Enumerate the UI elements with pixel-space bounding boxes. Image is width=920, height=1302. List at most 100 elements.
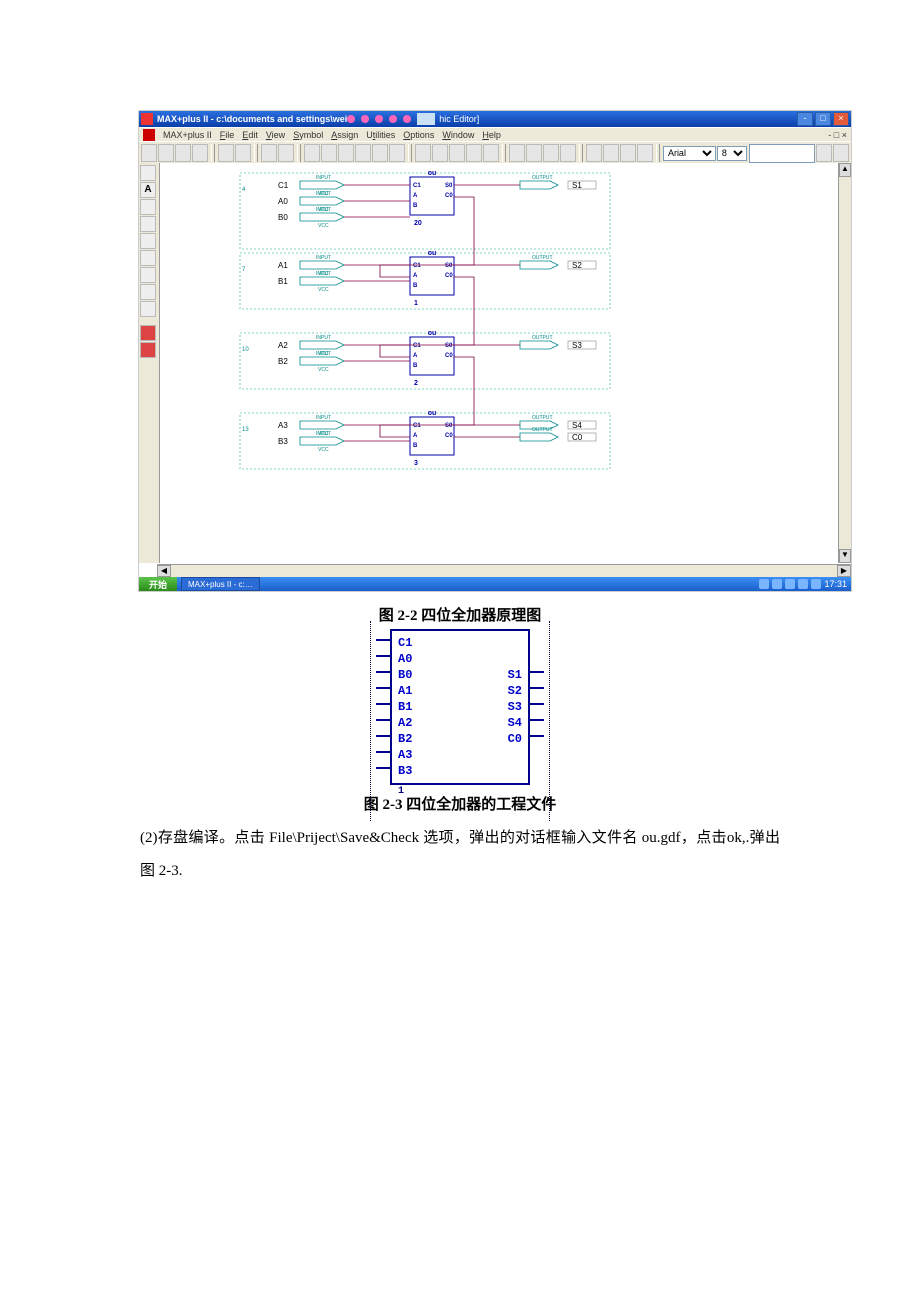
menu-app[interactable]: MAX+plus II — [163, 130, 212, 140]
toolbar-input[interactable] — [749, 144, 815, 163]
toolbar-button[interactable] — [816, 144, 832, 162]
toolbar-button[interactable] — [355, 144, 371, 162]
toolbar-button[interactable] — [466, 144, 482, 162]
tool-zoomin-icon[interactable] — [140, 267, 156, 283]
tool-color1-icon[interactable] — [140, 325, 156, 341]
toolbar-button[interactable] — [526, 144, 542, 162]
pin-lead — [376, 767, 390, 769]
toolbar-button[interactable] — [620, 144, 636, 162]
schematic-canvas[interactable]: ouC1ABS0C020C1INPUTVCCA0INPUTVCCB0INPUTV… — [160, 163, 838, 563]
toolbar-button[interactable] — [218, 144, 234, 162]
pin-lead-right — [530, 719, 544, 721]
svg-text:A3: A3 — [278, 421, 288, 430]
pin-left: B1 — [398, 699, 412, 715]
figure-2-2-caption: 图 2-2 四位全加器原理图 — [140, 604, 780, 625]
toolbar-button[interactable] — [338, 144, 354, 162]
svg-text:C0: C0 — [445, 353, 453, 359]
minimize-button[interactable]: - — [797, 112, 813, 126]
system-tray[interactable]: 17:31 — [755, 579, 851, 589]
svg-text:OUTPUT: OUTPUT — [532, 427, 553, 433]
taskbar-app-button[interactable]: MAX+plus II - c:… — [181, 577, 260, 591]
toolbar-button[interactable] — [192, 144, 208, 162]
svg-text:S2: S2 — [572, 261, 582, 270]
horizontal-scrollbar[interactable]: ◀ ▶ — [157, 564, 851, 577]
svg-text:2: 2 — [414, 380, 418, 387]
toolbar-button[interactable] — [372, 144, 388, 162]
toolbar-button[interactable] — [389, 144, 405, 162]
svg-text:INPUT: INPUT — [316, 175, 331, 181]
tool-color2-icon[interactable] — [140, 342, 156, 358]
toolbar-button[interactable] — [278, 144, 294, 162]
pin-right: C0 — [508, 731, 522, 747]
toolbar-button[interactable] — [603, 144, 619, 162]
tray-icon[interactable] — [811, 579, 821, 589]
menu-symbol[interactable]: Symbol — [293, 130, 323, 140]
menu-options[interactable]: Options — [403, 130, 434, 140]
menu-view[interactable]: View — [266, 130, 285, 140]
menu-bar: MAX+plus II File Edit View Symbol Assign… — [139, 127, 851, 142]
tray-icon[interactable] — [759, 579, 769, 589]
maximize-button[interactable]: □ — [815, 112, 831, 126]
toolbar-button[interactable] — [175, 144, 191, 162]
figure-2-3-caption: 图 2-3 四位全加器的工程文件 — [140, 793, 780, 814]
vertical-scrollbar[interactable]: ▲ ▼ — [838, 163, 851, 563]
close-button[interactable]: × — [833, 112, 849, 126]
mdi-buttons[interactable]: - □ × — [828, 130, 847, 140]
pin-right: S1 — [508, 667, 522, 683]
toolbar-button[interactable] — [833, 144, 849, 162]
start-button[interactable]: 开始 — [139, 577, 177, 591]
scroll-up-icon[interactable]: ▲ — [839, 163, 851, 177]
toolbar-button[interactable] — [261, 144, 277, 162]
menu-assign[interactable]: Assign — [331, 130, 358, 140]
menu-file[interactable]: File — [220, 130, 235, 140]
toolbar-button[interactable] — [415, 144, 431, 162]
svg-text:C0: C0 — [445, 193, 453, 199]
scroll-left-icon[interactable]: ◀ — [157, 565, 171, 577]
tool-zoomout-icon[interactable] — [140, 284, 156, 300]
toolbar-button[interactable] — [543, 144, 559, 162]
toolbar-button[interactable] — [560, 144, 576, 162]
tray-icon[interactable] — [798, 579, 808, 589]
tool-diag-icon[interactable] — [140, 216, 156, 232]
toolbar-button[interactable] — [141, 144, 157, 162]
mdi-icon — [417, 113, 435, 125]
toolbar-button[interactable] — [235, 144, 251, 162]
font-select[interactable]: Arial — [663, 146, 716, 161]
tool-arrow-icon[interactable] — [140, 165, 156, 181]
toolbar-button[interactable] — [449, 144, 465, 162]
menu-utilities[interactable]: Utilities — [366, 130, 395, 140]
menu-help[interactable]: Help — [482, 130, 501, 140]
pin-right: S4 — [508, 715, 522, 731]
menu-window[interactable]: Window — [442, 130, 474, 140]
toolbar-button[interactable] — [158, 144, 174, 162]
toolbar-button[interactable] — [637, 144, 653, 162]
menu-edit[interactable]: Edit — [242, 130, 258, 140]
toolbar-button[interactable] — [321, 144, 337, 162]
tool-text-icon[interactable]: A — [140, 182, 156, 198]
tool-fit-icon[interactable] — [140, 301, 156, 317]
svg-text:S1: S1 — [572, 181, 582, 190]
tool-line-icon[interactable] — [140, 199, 156, 215]
scroll-down-icon[interactable]: ▼ — [839, 549, 851, 563]
toolbar-button[interactable] — [432, 144, 448, 162]
toolbar-button[interactable] — [586, 144, 602, 162]
svg-text:S3: S3 — [572, 341, 582, 350]
svg-text:OUTPUT: OUTPUT — [532, 175, 553, 181]
tool-circle-icon[interactable] — [140, 233, 156, 249]
svg-text:A2: A2 — [278, 341, 288, 350]
toolbar-button[interactable] — [483, 144, 499, 162]
toolbar-button[interactable] — [304, 144, 320, 162]
toolbar-button[interactable] — [509, 144, 525, 162]
size-select[interactable]: 8 — [717, 146, 747, 161]
svg-text:INPUT: INPUT — [316, 335, 331, 341]
tray-icon[interactable] — [785, 579, 795, 589]
window-buttons[interactable]: - □ × — [797, 112, 849, 126]
scroll-right-icon[interactable]: ▶ — [837, 565, 851, 577]
svg-text:OUTPUT: OUTPUT — [532, 415, 553, 421]
doc-icons-group — [347, 115, 411, 123]
window-title: MAX+plus II - c:\documents and settings\… — [157, 114, 347, 124]
tray-icon[interactable] — [772, 579, 782, 589]
tool-arc-icon[interactable] — [140, 250, 156, 266]
pin-lead-right — [530, 687, 544, 689]
svg-text:S0: S0 — [445, 183, 453, 189]
